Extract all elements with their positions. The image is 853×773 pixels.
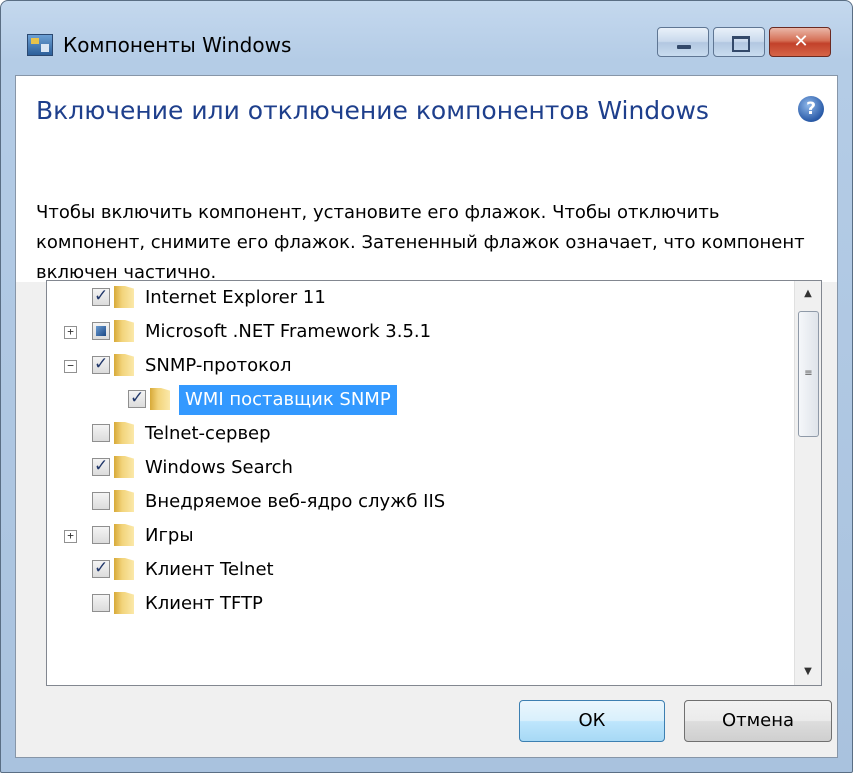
folder-icon	[114, 592, 134, 614]
folder-icon	[114, 286, 134, 308]
dialog-window: Компоненты Windows ✕ Включение или отклю…	[0, 0, 853, 773]
list-item[interactable]: − SNMP-протокол	[47, 349, 795, 383]
feature-checkbox[interactable]	[92, 322, 110, 340]
feature-label[interactable]: Клиент TFTP	[145, 587, 263, 621]
folder-icon	[114, 422, 134, 444]
grip-icon: ≡	[804, 368, 813, 379]
dialog-content: Включение или отключение компонентов Win…	[15, 75, 838, 758]
collapse-icon[interactable]: −	[64, 360, 77, 373]
folder-icon	[114, 524, 134, 546]
feature-checkbox[interactable]	[92, 492, 110, 510]
expand-icon[interactable]: +	[64, 530, 77, 543]
folder-icon	[114, 320, 134, 342]
feature-checkbox[interactable]	[92, 456, 110, 476]
feature-label[interactable]: Внедряемое веб-ядро служб IIS	[145, 485, 445, 519]
feature-label[interactable]: SNMP-протокол	[145, 349, 291, 383]
list-item[interactable]: Internet Explorer 11	[47, 281, 795, 315]
feature-checkbox[interactable]	[92, 526, 110, 544]
minimize-button[interactable]	[657, 27, 709, 57]
description-text: Чтобы включить компонент, установите его…	[36, 202, 805, 283]
maximize-icon	[732, 36, 750, 52]
expand-icon[interactable]: +	[64, 326, 77, 339]
ok-button[interactable]: ОК	[519, 700, 665, 742]
folder-icon	[114, 490, 134, 512]
header-area: Включение или отключение компонентов Win…	[16, 76, 837, 283]
features-tree[interactable]: Internet Explorer 11 + Microsoft .NET Fram…	[46, 280, 822, 686]
feature-label[interactable]: Telnet-сервер	[145, 417, 271, 451]
feature-label[interactable]: Internet Explorer 11	[145, 281, 326, 315]
feature-checkbox[interactable]	[128, 388, 146, 408]
close-icon: ✕	[793, 31, 809, 52]
cancel-button[interactable]: Отмена	[684, 700, 832, 742]
title-bar[interactable]: Компоненты Windows ✕	[1, 1, 852, 75]
list-item[interactable]: WMI поставщик SNMP	[47, 383, 795, 417]
list-item[interactable]: + Игры	[47, 519, 795, 553]
page-title: Включение или отключение компонентов Win…	[36, 96, 709, 125]
list-item[interactable]: Windows Search	[47, 451, 795, 485]
window-title: Компоненты Windows	[63, 33, 292, 57]
list-item[interactable]: Клиент TFTP	[47, 587, 795, 621]
scroll-up-icon[interactable]: ▲	[795, 281, 821, 307]
folder-icon	[114, 558, 134, 580]
scroll-down-icon[interactable]: ▼	[795, 659, 821, 685]
feature-checkbox[interactable]	[92, 558, 110, 578]
help-icon[interactable]: ?	[798, 96, 824, 122]
folder-icon	[114, 354, 134, 376]
close-button[interactable]: ✕	[769, 27, 831, 57]
feature-label[interactable]: Клиент Telnet	[145, 553, 274, 587]
feature-label[interactable]: Игры	[145, 519, 194, 553]
feature-checkbox[interactable]	[92, 424, 110, 442]
folder-icon	[150, 388, 170, 410]
feature-checkbox[interactable]	[92, 354, 110, 374]
feature-label[interactable]: Windows Search	[145, 451, 293, 485]
scrollbar-thumb[interactable]: ≡	[798, 311, 819, 437]
minimize-icon	[677, 45, 691, 49]
list-item[interactable]: + Microsoft .NET Framework 3.5.1	[47, 315, 795, 349]
feature-label[interactable]: Microsoft .NET Framework 3.5.1	[145, 315, 431, 349]
list-item[interactable]: Внедряемое веб-ядро служб IIS	[47, 485, 795, 519]
list-item[interactable]: Клиент Telnet	[47, 553, 795, 587]
maximize-button[interactable]	[713, 27, 765, 57]
windows-features-icon	[27, 34, 53, 56]
feature-checkbox[interactable]	[92, 594, 110, 612]
vertical-scrollbar[interactable]: ▲ ≡ ▼	[794, 281, 821, 685]
feature-label[interactable]: WMI поставщик SNMP	[179, 385, 397, 415]
folder-icon	[114, 456, 134, 478]
feature-checkbox[interactable]	[92, 286, 110, 306]
list-item[interactable]: Telnet-сервер	[47, 417, 795, 451]
